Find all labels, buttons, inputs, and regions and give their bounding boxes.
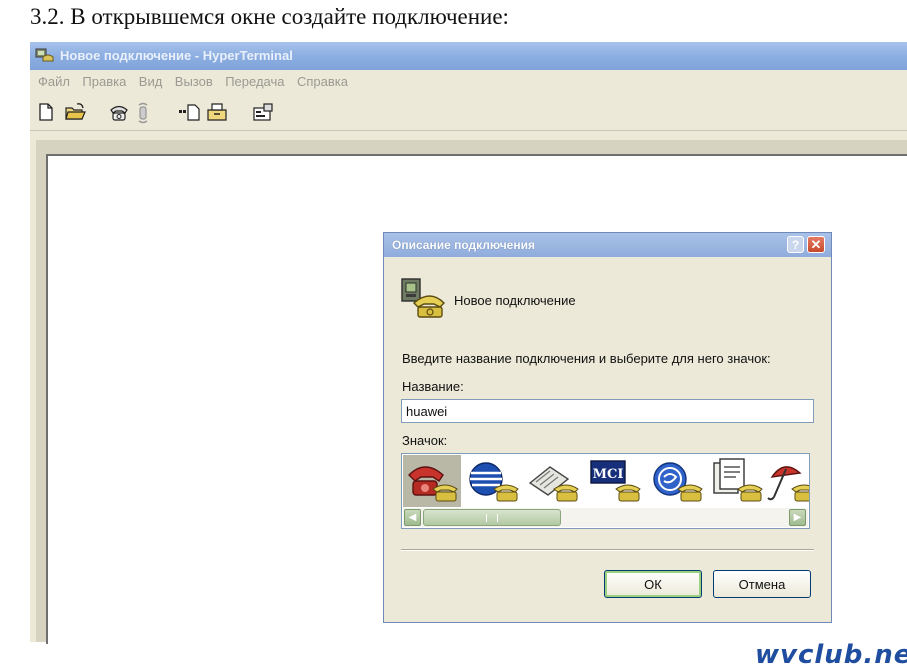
connection-name-display: Новое подключение <box>454 293 576 308</box>
properties-icon[interactable] <box>252 102 274 122</box>
scroll-left-arrow-icon[interactable]: ◀ <box>404 509 421 526</box>
toolbar <box>30 94 907 131</box>
connection-name-input[interactable] <box>401 399 814 423</box>
site-watermark: wvclub.net <box>755 640 907 670</box>
dialog-separator <box>401 549 814 551</box>
disconnect-icon[interactable] <box>134 102 156 124</box>
menu-view[interactable]: Вид <box>139 70 163 94</box>
fax-phone-icon[interactable] <box>524 455 582 507</box>
mci-phone-icon[interactable]: MCI <box>586 455 644 507</box>
dialog-prompt: Введите название подключения и выберите … <box>402 351 771 366</box>
clipboard-phone-icon[interactable] <box>708 455 766 507</box>
window-title: Новое подключение - HyperTerminal <box>60 48 293 63</box>
ge-phone-icon[interactable] <box>648 455 706 507</box>
connection-description-dialog: Описание подключения ? ✕ Новое подключен… <box>383 232 832 623</box>
cancel-button[interactable]: Отмена <box>713 570 811 598</box>
instruction-caption: 3.2. В открывшемся окне создайте подключ… <box>30 4 509 29</box>
menu-edit[interactable]: Правка <box>82 70 126 94</box>
window-title-bar[interactable]: Новое подключение - HyperTerminal <box>30 42 907 70</box>
icon-label: Значок: <box>402 433 448 448</box>
close-button[interactable]: ✕ <box>807 236 825 253</box>
icon-picker-list: MCI ◀ ▶ <box>401 453 810 529</box>
dialog-title-bar[interactable]: Описание подключения ? ✕ <box>384 233 831 257</box>
globe-phone-icon[interactable] <box>464 455 522 507</box>
ok-button[interactable]: ОК <box>604 570 702 598</box>
open-folder-icon[interactable] <box>64 102 86 122</box>
receive-icon[interactable] <box>206 102 228 122</box>
scroll-right-arrow-icon[interactable]: ▶ <box>789 509 806 526</box>
send-icon[interactable] <box>178 102 200 122</box>
menu-help[interactable]: Справка <box>297 70 348 94</box>
scrollbar-thumb[interactable] <box>423 509 561 526</box>
name-label: Название: <box>402 379 464 394</box>
umbrella-phone-icon[interactable] <box>762 455 809 507</box>
svg-text:MCI: MCI <box>593 467 624 482</box>
red-phone-icon[interactable] <box>403 455 461 507</box>
hyperterminal-app-icon <box>34 47 56 70</box>
scrollbar-grip <box>486 514 498 522</box>
menu-file[interactable]: Файл <box>38 70 70 94</box>
menu-call[interactable]: Вызов <box>175 70 213 94</box>
icon-list-scrollbar[interactable]: ◀ ▶ <box>403 508 808 527</box>
phone-icon[interactable] <box>108 102 130 122</box>
dialog-title: Описание подключения <box>392 238 535 252</box>
menu-bar: Файл Правка Вид Вызов Передача Справка <box>30 70 907 94</box>
help-button[interactable]: ? <box>787 236 804 253</box>
connection-computer-phone-icon <box>400 277 448 324</box>
new-file-icon[interactable] <box>37 102 59 122</box>
menu-transfer[interactable]: Передача <box>225 70 284 94</box>
